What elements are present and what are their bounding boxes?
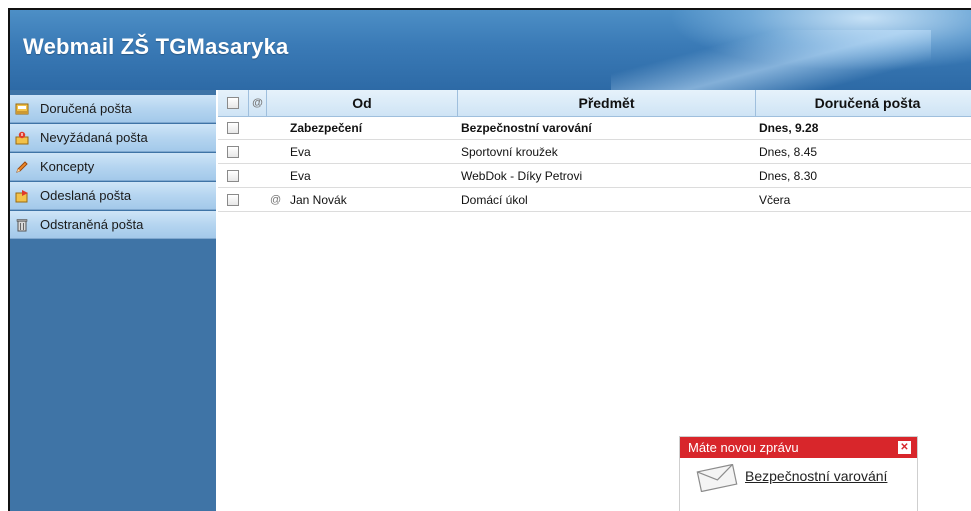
notification-title: Máte novou zprávu	[688, 440, 799, 455]
attachment-column-header: @	[248, 90, 266, 116]
message-from: Zabezpečení	[290, 120, 363, 135]
select-all-checkbox[interactable]	[227, 97, 239, 109]
folder-label: Odeslaná pošta	[40, 188, 132, 203]
folder-sent[interactable]: Odeslaná pošta	[10, 182, 216, 210]
close-icon[interactable]: ✕	[898, 441, 911, 454]
header-decoration-light	[611, 30, 931, 90]
paperclip-icon: @	[270, 193, 282, 206]
select-all-cell	[218, 90, 248, 116]
folder-spam[interactable]: Nevyžádaná pošta	[10, 124, 216, 152]
message-subject: Sportovní kroužek	[461, 144, 558, 159]
app-header: Webmail ZŠ TGMasaryka	[10, 10, 971, 90]
message-date: Dnes, 8.30	[759, 168, 818, 183]
row-checkbox[interactable]	[227, 145, 239, 158]
webmail-window: Webmail ZŠ TGMasaryka Doručená pošta Nev…	[8, 8, 971, 511]
message-date: Dnes, 8.45	[759, 144, 818, 159]
trash-icon	[14, 217, 30, 233]
column-header-from[interactable]: Od	[266, 90, 457, 116]
folder-label: Doručená pošta	[40, 101, 132, 116]
table-row[interactable]: Eva WebDok - Díky Petrovi Dnes, 8.30	[218, 164, 971, 188]
folder-inbox[interactable]: Doručená pošta	[10, 95, 216, 123]
folder-label: Odstraněná pošta	[40, 217, 144, 232]
folder-sidebar: Doručená pošta Nevyžádaná pošta Koncepty…	[10, 90, 216, 511]
message-from: Jan Novák	[290, 192, 347, 207]
folder-trash[interactable]: Odstraněná pošta	[10, 211, 216, 239]
notification-header: Máte novou zprávu ✕	[680, 437, 917, 458]
notification-message-link[interactable]: Bezpečnostní varování	[745, 468, 887, 484]
folder-drafts[interactable]: Koncepty	[10, 153, 216, 181]
column-header-subject[interactable]: Předmět	[457, 90, 755, 116]
pencil-icon	[14, 159, 30, 175]
column-header-received[interactable]: Doručená pošta	[755, 90, 971, 116]
new-message-notification: Máte novou zprávu ✕ Bezpečnostní varován…	[679, 436, 918, 511]
message-date: Včera	[759, 192, 791, 207]
message-from: Eva	[290, 144, 311, 159]
sent-icon	[14, 188, 30, 204]
row-checkbox[interactable]	[227, 121, 239, 134]
table-row[interactable]: @ Jan Novák Domácí úkol Včera	[218, 188, 971, 212]
table-row[interactable]: Zabezpečení Bezpečnostní varování Dnes, …	[218, 116, 971, 140]
paperclip-icon: @	[252, 97, 263, 109]
folder-label: Koncepty	[40, 159, 95, 174]
row-checkbox[interactable]	[227, 193, 239, 206]
inbox-icon	[14, 101, 30, 117]
message-subject: WebDok - Díky Petrovi	[461, 168, 583, 183]
app-title: Webmail ZŠ TGMasaryka	[23, 34, 289, 59]
spam-icon	[14, 130, 30, 146]
message-list-header: @ Od Předmět Doručená pošta	[218, 90, 971, 117]
message-subject: Domácí úkol	[461, 192, 528, 207]
message-date: Dnes, 9.28	[759, 120, 819, 135]
envelope-icon	[696, 464, 738, 492]
message-subject: Bezpečnostní varování	[461, 120, 592, 135]
row-checkbox[interactable]	[227, 169, 239, 182]
message-from: Eva	[290, 168, 311, 183]
table-row[interactable]: Eva Sportovní kroužek Dnes, 8.45	[218, 140, 971, 164]
folder-label: Nevyžádaná pošta	[40, 130, 148, 145]
